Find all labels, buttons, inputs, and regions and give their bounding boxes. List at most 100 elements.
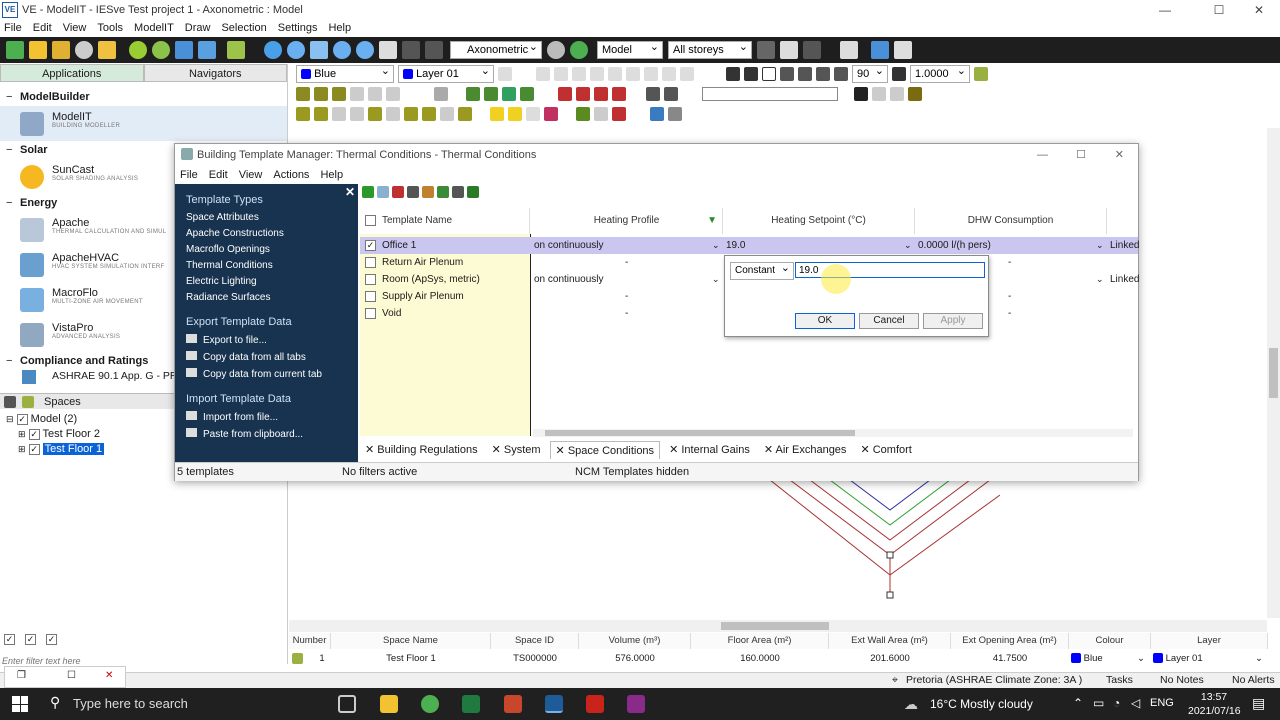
task-view-icon[interactable] [338,695,356,713]
zoom-out-icon[interactable] [287,41,305,59]
model-viewport-drawing[interactable] [700,480,1000,620]
tool-icon[interactable] [544,107,558,121]
dropdown-chevron-icon[interactable]: ⌄ [712,271,720,288]
weather-status[interactable]: 16°C Mostly cloudy [930,697,1033,711]
menu-help[interactable]: Help [328,22,351,34]
tool-icon[interactable] [296,87,310,101]
ve-app-icon[interactable] [545,695,563,713]
tool-icon[interactable] [594,107,608,121]
row-checkbox[interactable] [365,291,376,302]
select-all-checkbox[interactable] [365,215,376,226]
lock-icon[interactable] [726,67,740,81]
taskbar-search[interactable]: Type here to search [73,696,188,711]
sidebar-item-copy-current-tab[interactable]: Copy data from current tab [175,366,358,383]
menu-settings[interactable]: Settings [278,22,318,34]
tool-icon[interactable] [368,107,382,121]
colour-select[interactable]: Blue [296,63,394,83]
layer-select[interactable]: Layer 01 [398,63,494,83]
menu-draw[interactable]: Draw [185,22,211,34]
dialog-menu-actions[interactable]: Actions [273,169,309,181]
snap-centre-icon[interactable] [680,67,694,81]
row-checkbox[interactable] [365,257,376,268]
grid-yellow-icon[interactable] [490,107,504,121]
tree-item-floor2[interactable]: ⊞ ✓ Test Floor 2 [6,427,104,442]
tool-icon[interactable] [668,107,682,121]
col-volume[interactable]: Volume (m³) [579,633,691,649]
tool-icon[interactable] [434,87,448,101]
dialog-close-button[interactable]: ✕ [1115,144,1124,166]
col-space-name[interactable]: Space Name [331,633,491,649]
tool-icon[interactable] [664,87,678,101]
dropdown-chevron-icon[interactable]: ⌄ [1096,237,1104,254]
tool-icon[interactable] [404,107,418,121]
dialog-menu-file[interactable]: File [180,169,198,181]
add-icon[interactable] [362,186,374,198]
remove-icon[interactable] [392,186,404,198]
table-row[interactable]: ✓ Office 1 on continuously ⌄ 19.0 ⌄ 0.00… [360,237,1139,254]
row-checkbox[interactable]: ✓ [365,240,376,251]
command-input[interactable] [702,87,838,101]
menu-tools[interactable]: Tools [97,22,123,34]
snap-preview-window[interactable]: ❐ ☐ ✕ [4,666,126,688]
tool-icon[interactable] [386,107,400,121]
house-icon[interactable] [558,87,572,101]
line-icon[interactable] [780,67,794,81]
snap-near-icon[interactable] [644,67,658,81]
tab-navigators[interactable]: Navigators [143,64,287,82]
tab-applications[interactable]: Applications [0,64,144,82]
north-arrow-icon[interactable] [840,41,858,59]
tool-icon[interactable] [526,107,540,121]
dialog-menu-view[interactable]: View [239,169,263,181]
storeys-select[interactable]: All storeys [668,39,752,59]
minimize-button[interactable]: — [1142,0,1188,20]
app-modelit[interactable]: ModelIT BUILDING MODELLER [0,106,287,141]
filter-checkbox-2[interactable]: ✓ [25,634,36,645]
rectangle-icon[interactable] [762,67,776,81]
scrollbar-thumb[interactable] [1269,348,1278,398]
snap-tangent-icon[interactable] [662,67,676,81]
diagonal-icon[interactable] [816,67,830,81]
tool-icon[interactable] [422,107,436,121]
building-icon[interactable] [175,41,193,59]
globe-icon[interactable] [129,41,147,59]
tool-icon[interactable] [332,107,346,121]
settings-gear-icon[interactable] [871,41,889,59]
dialog-minimize-button[interactable]: — [1037,144,1048,166]
colour-select[interactable]: Blue ⌄ [1071,650,1149,667]
menu-selection[interactable]: Selection [221,22,266,34]
col-layer[interactable]: Layer [1151,633,1268,649]
row-checkbox[interactable] [365,274,376,285]
filter-checkbox-3[interactable]: ✓ [46,634,57,645]
tool-icon[interactable] [872,87,886,101]
snap-int-icon[interactable] [626,67,640,81]
scale-icon[interactable] [892,67,906,81]
col-space-id[interactable]: Space ID [491,633,579,649]
search-icon[interactable]: ⚲ [50,694,60,711]
snap-perp-icon[interactable] [608,67,622,81]
refresh-icon[interactable] [570,41,588,59]
excel-icon[interactable] [467,186,479,198]
tool-icon[interactable] [440,107,454,121]
column-header-heating-profile[interactable]: Heating Profile ▼ [531,208,723,234]
battery-icon[interactable]: ▭ [1093,696,1104,710]
tool-icon[interactable] [314,87,328,101]
tab-system[interactable]: ✕ System [487,441,546,459]
snap-icon[interactable] [554,67,568,81]
space-name-cell[interactable]: Test Floor 1 [331,650,491,667]
orbit-icon[interactable] [425,41,443,59]
dropdown-chevron-icon[interactable]: ⌄ [712,237,720,254]
column-header-dhw[interactable]: DHW Consumption [915,208,1107,234]
tasks-status[interactable]: Tasks [1106,674,1133,686]
open-folder-icon[interactable] [29,41,47,59]
clock[interactable]: 13:57 2021/07/16 [1188,690,1241,718]
powerpoint-icon[interactable] [504,695,522,713]
ok-button[interactable]: OK [795,313,855,329]
snap-mid-icon[interactable] [590,67,604,81]
excel-icon[interactable] [462,695,480,713]
col-floor-area[interactable]: Floor Area (m²) [691,633,829,649]
tool-icon[interactable] [332,87,346,101]
tab-internal-gains[interactable]: ✕ Internal Gains [664,441,755,459]
sidebar-item-macroflo-openings[interactable]: Macroflo Openings [175,242,358,258]
sidebar-item-thermal-conditions[interactable]: Thermal Conditions [175,258,358,274]
tool-icon[interactable] [612,107,626,121]
